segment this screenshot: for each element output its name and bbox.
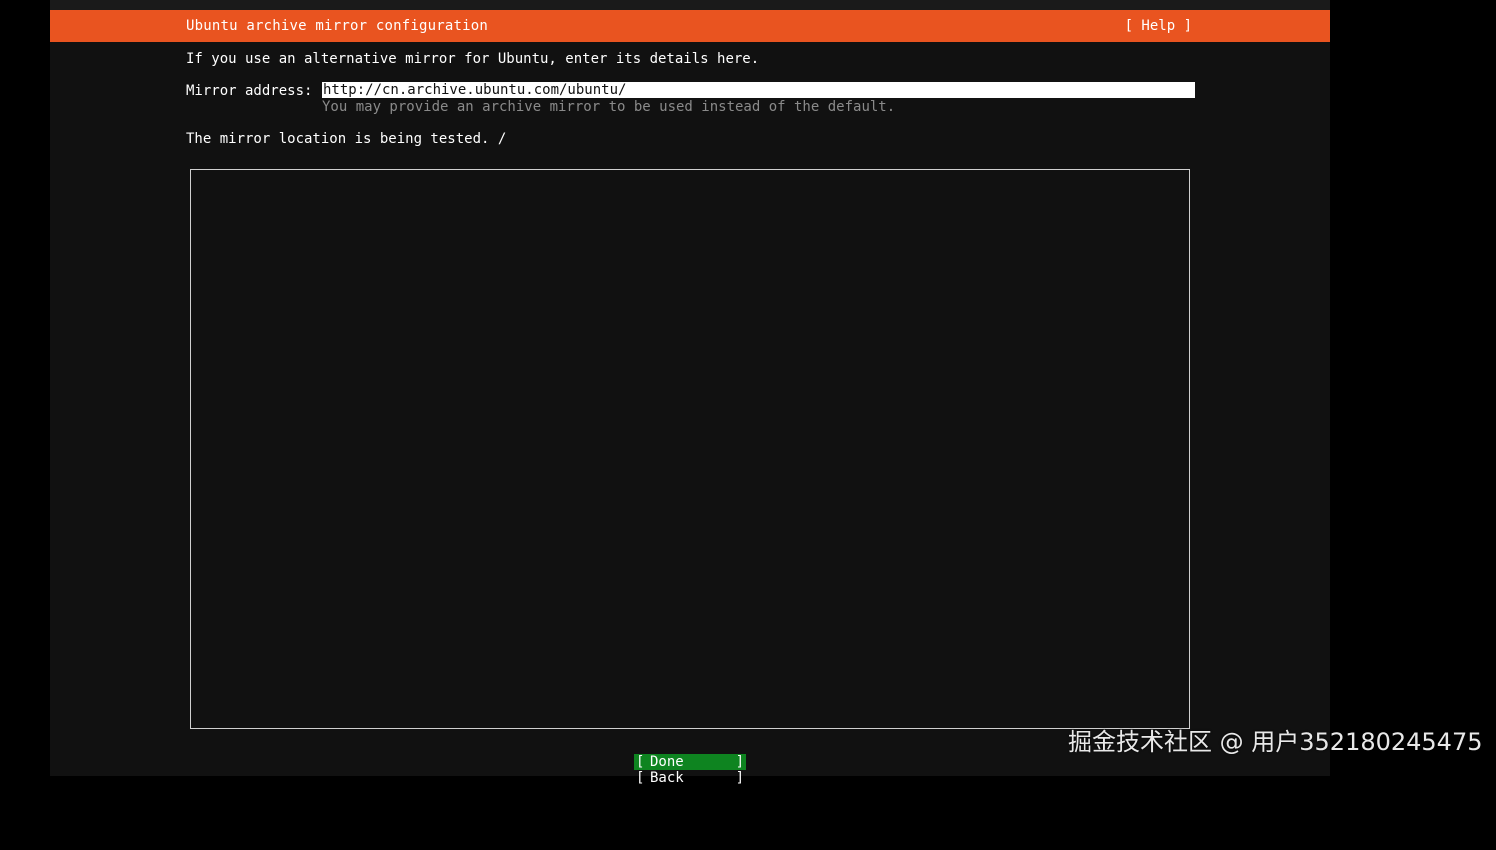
back-open-bracket: [ xyxy=(636,770,645,786)
mirror-address-label: Mirror address: xyxy=(186,83,313,99)
done-button-label: Done xyxy=(650,754,684,770)
mirror-test-status: The mirror location is being tested. / xyxy=(186,131,507,147)
back-close-bracket: ] xyxy=(735,770,744,786)
title-bar: Ubuntu archive mirror configuration [ He… xyxy=(50,10,1330,42)
done-button[interactable]: [ Done ] xyxy=(634,754,746,770)
watermark: 掘金技术社区 @ 用户352180245475 xyxy=(1068,728,1483,756)
back-button[interactable]: [ Back ] xyxy=(634,770,746,786)
top-strip xyxy=(50,0,1330,10)
mirror-address-input[interactable] xyxy=(322,82,1195,98)
intro-text: If you use an alternative mirror for Ubu… xyxy=(186,51,760,67)
back-button-label: Back xyxy=(650,770,684,786)
mirror-address-hint: You may provide an archive mirror to be … xyxy=(322,99,896,115)
installer-screen: Ubuntu archive mirror configuration [ He… xyxy=(50,0,1330,786)
page-title: Ubuntu archive mirror configuration xyxy=(186,18,489,34)
help-button[interactable]: [ Help ] xyxy=(1125,18,1192,34)
mirror-test-log-panel xyxy=(190,169,1190,729)
done-open-bracket: [ xyxy=(636,754,645,770)
done-close-bracket: ] xyxy=(735,754,744,770)
